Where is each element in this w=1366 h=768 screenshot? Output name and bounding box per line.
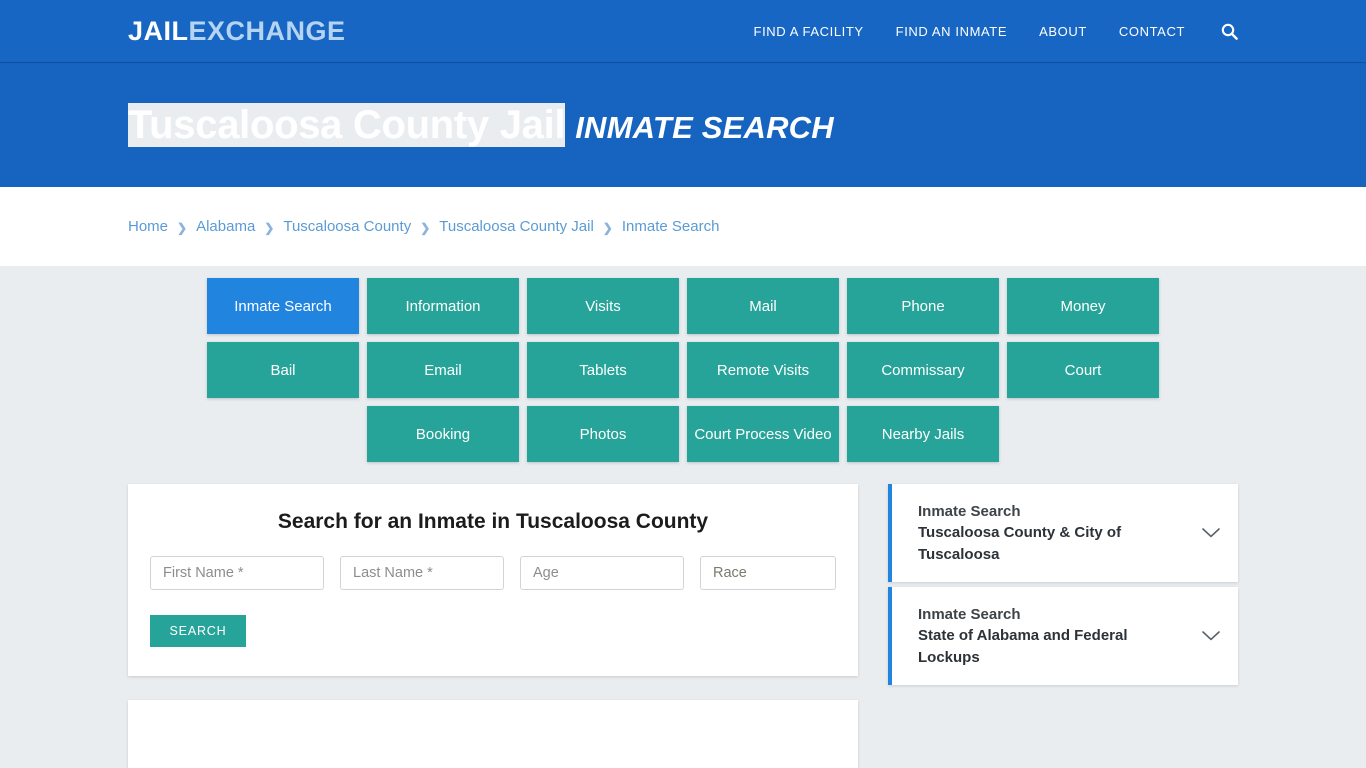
chevron-down-icon[interactable] bbox=[1202, 528, 1220, 538]
tab-bail[interactable]: Bail bbox=[207, 342, 359, 398]
facility-tab-grid: Inmate Search Information Visits Mail Ph… bbox=[133, 266, 1233, 462]
nav-item-find-a-facility[interactable]: FIND A FACILITY bbox=[738, 24, 880, 39]
site-logo[interactable]: JAILEXCHANGE bbox=[128, 15, 346, 46]
logo-text-primary: JAIL bbox=[128, 15, 189, 46]
tab-inmate-search[interactable]: Inmate Search bbox=[207, 278, 359, 334]
search-button[interactable]: SEARCH bbox=[150, 615, 246, 647]
search-icon[interactable] bbox=[1201, 23, 1238, 40]
breadcrumb-bar: Home ❯ Alabama ❯ Tuscaloosa County ❯ Tus… bbox=[0, 187, 1366, 266]
tab-information[interactable]: Information bbox=[367, 278, 519, 334]
content-columns: Search for an Inmate in Tuscaloosa Count… bbox=[128, 484, 1238, 768]
accordion-subtitle: State of Alabama and Federal Lockups bbox=[918, 627, 1128, 666]
breadcrumb-item-alabama[interactable]: Alabama bbox=[196, 218, 255, 235]
breadcrumb: Home ❯ Alabama ❯ Tuscaloosa County ❯ Tus… bbox=[128, 218, 719, 235]
breadcrumb-separator-icon: ❯ bbox=[602, 220, 613, 235]
tab-nearby-jails[interactable]: Nearby Jails bbox=[847, 406, 999, 462]
breadcrumb-separator-icon: ❯ bbox=[177, 220, 188, 235]
search-fields-row: Race bbox=[150, 556, 836, 590]
accordion-inmate-search-county[interactable]: Inmate Search Tuscaloosa County & City o… bbox=[888, 484, 1238, 582]
top-navigation-bar: JAILEXCHANGE FIND A FACILITY FIND AN INM… bbox=[0, 0, 1366, 63]
nav-item-about[interactable]: ABOUT bbox=[1023, 24, 1103, 39]
accordion-title: Inmate Search bbox=[918, 503, 1021, 521]
main-nav: FIND A FACILITY FIND AN INMATE ABOUT CON… bbox=[738, 23, 1238, 40]
last-name-input[interactable] bbox=[340, 556, 504, 590]
tab-phone[interactable]: Phone bbox=[847, 278, 999, 334]
page-title-sub: INMATE SEARCH bbox=[575, 109, 834, 145]
accordion-inmate-search-state[interactable]: Inmate Search State of Alabama and Feder… bbox=[888, 587, 1238, 685]
tab-tablets[interactable]: Tablets bbox=[527, 342, 679, 398]
accordion-label-group: Inmate Search Tuscaloosa County & City o… bbox=[918, 501, 1188, 565]
tab-commissary[interactable]: Commissary bbox=[847, 342, 999, 398]
nav-item-contact[interactable]: CONTACT bbox=[1103, 24, 1201, 39]
search-card-heading: Search for an Inmate in Tuscaloosa Count… bbox=[277, 510, 709, 533]
right-column: Inmate Search Tuscaloosa County & City o… bbox=[888, 484, 1238, 685]
tab-mail[interactable]: Mail bbox=[687, 278, 839, 334]
page-hero: Tuscaloosa County Jail INMATE SEARCH bbox=[0, 63, 1366, 187]
tab-money[interactable]: Money bbox=[1007, 278, 1159, 334]
tab-remote-visits[interactable]: Remote Visits bbox=[687, 342, 839, 398]
breadcrumb-item-tuscaloosa-county[interactable]: Tuscaloosa County bbox=[283, 218, 411, 235]
nav-item-find-an-inmate[interactable]: FIND AN INMATE bbox=[880, 24, 1023, 39]
breadcrumb-separator-icon: ❯ bbox=[420, 220, 431, 235]
page-title-main: Tuscaloosa County Jail bbox=[128, 102, 566, 147]
secondary-results-card bbox=[128, 700, 858, 768]
tab-court-process-video[interactable]: Court Process Video bbox=[687, 406, 839, 462]
race-select[interactable]: Race bbox=[700, 556, 836, 590]
accordion-subtitle: Tuscaloosa County & City of Tuscaloosa bbox=[918, 524, 1122, 563]
accordion-label-group: Inmate Search State of Alabama and Feder… bbox=[918, 604, 1188, 668]
age-input[interactable] bbox=[520, 556, 684, 590]
tab-visits[interactable]: Visits bbox=[527, 278, 679, 334]
tab-booking[interactable]: Booking bbox=[367, 406, 519, 462]
breadcrumb-item-inmate-search[interactable]: Inmate Search bbox=[622, 218, 720, 235]
breadcrumb-item-home[interactable]: Home bbox=[128, 218, 168, 235]
breadcrumb-item-tuscaloosa-county-jail[interactable]: Tuscaloosa County Jail bbox=[439, 218, 594, 235]
chevron-down-icon[interactable] bbox=[1202, 631, 1220, 641]
page-title: Tuscaloosa County Jail INMATE SEARCH bbox=[128, 102, 834, 148]
first-name-input[interactable] bbox=[150, 556, 324, 590]
main-content: Inmate Search Information Visits Mail Ph… bbox=[0, 266, 1366, 768]
breadcrumb-separator-icon: ❯ bbox=[264, 220, 275, 235]
accordion-title: Inmate Search bbox=[918, 606, 1021, 624]
tab-email[interactable]: Email bbox=[367, 342, 519, 398]
left-column: Search for an Inmate in Tuscaloosa Count… bbox=[128, 484, 858, 768]
inmate-search-card: Search for an Inmate in Tuscaloosa Count… bbox=[128, 484, 858, 676]
tab-court[interactable]: Court bbox=[1007, 342, 1159, 398]
logo-text-secondary: EXCHANGE bbox=[188, 15, 346, 46]
tab-photos[interactable]: Photos bbox=[527, 406, 679, 462]
